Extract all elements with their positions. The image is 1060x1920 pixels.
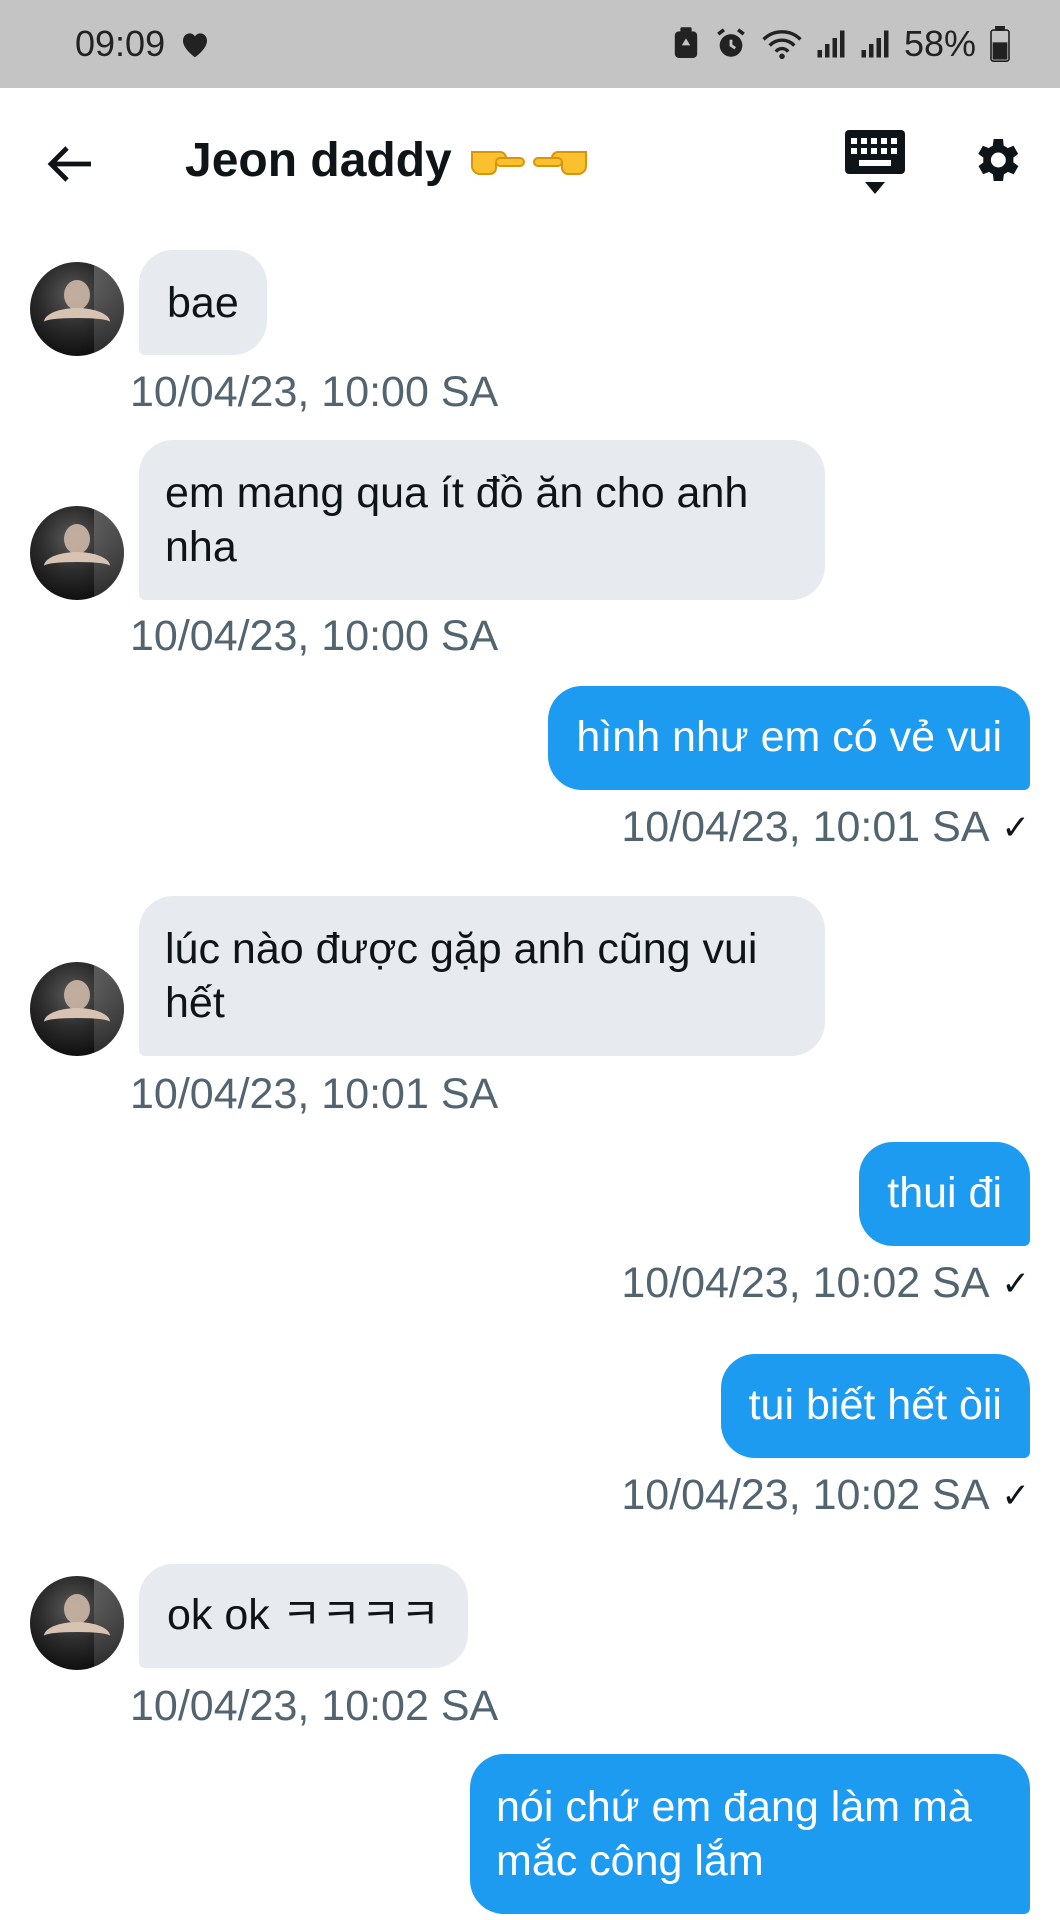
sent-check-icon: ✓ <box>1001 808 1031 847</box>
keyboard-button[interactable] <box>843 128 907 202</box>
timestamp-text: 10/04/23, 10:01 SA <box>621 803 990 851</box>
battery-level: 58% <box>903 23 976 64</box>
message-timestamp: 10/04/23, 10:00 SA <box>130 612 499 660</box>
message-timestamp: 10/04/23, 10:02 SA <box>130 1682 499 1730</box>
contact-avatar[interactable] <box>30 1576 124 1670</box>
message-text: ok ok ㅋㅋㅋㅋ <box>167 1591 440 1639</box>
message-text: thui đi <box>887 1169 1002 1217</box>
settings-button[interactable] <box>968 132 1028 192</box>
pointing-hands-emoji <box>468 132 590 188</box>
timestamp-text: 10/04/23, 10:02 SA <box>621 1259 990 1307</box>
message-text: bae <box>167 279 239 327</box>
message-bubble-outgoing[interactable]: hình như em có vẻ vui <box>548 686 1030 790</box>
message-bubble-outgoing[interactable]: thui đi <box>859 1142 1030 1246</box>
contact-avatar[interactable] <box>30 506 124 600</box>
status-left: 09:09 <box>75 23 211 65</box>
timestamp-text: 10/04/23, 10:02 SA <box>621 1471 990 1519</box>
alarm-icon <box>714 27 748 61</box>
message-bubble-incoming[interactable]: lúc nào được gặp anh cũng vui hết <box>139 896 825 1056</box>
message-timestamp: 10/04/23, 10:02 SA ✓ <box>621 1471 1030 1520</box>
message-timestamp: 10/04/23, 10:02 SA ✓ <box>621 1259 1030 1308</box>
message-bubble-outgoing[interactable]: nói chứ em đang làm mà mắc công lắm <box>470 1754 1030 1914</box>
message-text: tui biết hết òii <box>748 1381 1002 1429</box>
message-text: em mang qua ít đồ ăn cho anh nha <box>165 469 749 571</box>
contact-avatar[interactable] <box>30 962 124 1056</box>
heart-icon <box>179 29 211 59</box>
gear-icon <box>978 139 1019 181</box>
signal-icon-2 <box>860 29 890 59</box>
sent-check-icon: ✓ <box>1001 1476 1031 1515</box>
status-right: 58% <box>672 23 1010 65</box>
status-bar: 09:09 58% <box>0 0 1060 88</box>
battery-icon <box>990 26 1010 62</box>
message-timestamp: 10/04/23, 10:00 SA <box>130 368 499 416</box>
message-timestamp: 10/04/23, 10:01 SA ✓ <box>621 803 1030 852</box>
message-bubble-incoming[interactable]: bae <box>139 250 267 355</box>
conversation-title[interactable]: Jeon daddy <box>185 132 590 188</box>
sent-check-icon: ✓ <box>1001 1264 1031 1303</box>
arrow-left-icon <box>47 146 91 182</box>
message-timestamp: 10/04/23, 10:01 SA <box>130 1070 499 1118</box>
signal-icon-1 <box>816 29 846 59</box>
message-text: lúc nào được gặp anh cũng vui hết <box>165 925 758 1027</box>
message-text: hình như em có vẻ vui <box>576 713 1002 761</box>
message-bubble-outgoing[interactable]: tui biết hết òii <box>720 1354 1030 1458</box>
conversation-header: Jeon daddy <box>0 88 1060 238</box>
recycle-notification-icon <box>672 27 700 61</box>
contact-avatar[interactable] <box>30 262 124 356</box>
wifi-icon <box>762 28 802 60</box>
back-button[interactable] <box>40 133 102 195</box>
message-text: nói chứ em đang làm mà mắc công lắm <box>496 1783 972 1885</box>
status-time: 09:09 <box>75 23 166 64</box>
message-bubble-incoming[interactable]: em mang qua ít đồ ăn cho anh nha <box>139 440 825 600</box>
keyboard-icon <box>845 130 905 194</box>
message-bubble-incoming[interactable]: ok ok ㅋㅋㅋㅋ <box>139 1564 468 1668</box>
contact-name: Jeon daddy <box>185 133 452 187</box>
